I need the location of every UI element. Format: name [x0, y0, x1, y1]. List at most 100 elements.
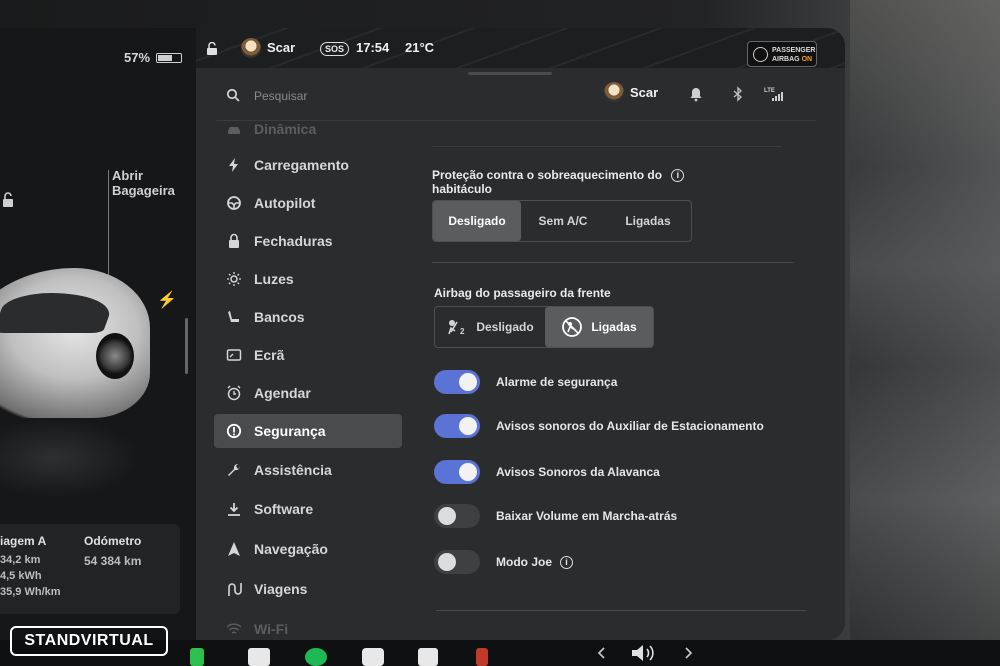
trip-efficiency: 35,9 Wh/km [0, 586, 61, 598]
park-assist-chimes-switch[interactable] [434, 414, 480, 438]
toggle-security-alarm[interactable]: Alarme de segurança [434, 370, 617, 394]
cabin-overheat-selector: Desligado Sem A/C Ligadas [432, 200, 692, 242]
cabin-overheat-on-button[interactable]: Ligadas [605, 201, 691, 241]
battery-indicator: 57% [124, 50, 183, 65]
panel-drag-handle[interactable] [468, 72, 552, 75]
status-avatar [241, 38, 261, 58]
navigation-arrow-icon [228, 542, 240, 556]
battery-percent: 57% [124, 50, 151, 65]
passenger-airbag-off-button[interactable]: 2 Desligado [435, 307, 545, 347]
cabin-overheat-title-line2: habitáculo [432, 182, 493, 197]
lock-icon [229, 233, 239, 248]
reverse-volume-switch[interactable] [434, 504, 480, 528]
sidebar-item-schedule[interactable]: Agendar [214, 376, 402, 410]
sidebar-item-wifi[interactable]: Wi-Fi [214, 612, 402, 640]
sidebar-item-safety[interactable]: Segurança [214, 414, 402, 448]
settings-topbar: Scar LTE [196, 76, 845, 120]
sos-badge[interactable]: SOS [320, 42, 350, 56]
sidebar-item-charging[interactable]: Carregamento [214, 148, 402, 182]
toggle-joe-mode[interactable]: Modo Joe i [434, 550, 573, 574]
sidebar-item-lights[interactable]: Luzes [214, 262, 402, 296]
toggle-label: Modo Joe [496, 555, 552, 569]
toggle-label: Baixar Volume em Marcha-atrás [496, 509, 678, 523]
wrench-icon [228, 463, 241, 476]
joystick-icon[interactable] [476, 648, 488, 666]
passenger-airbag-on-button[interactable]: Ligadas [545, 307, 653, 347]
sidebar-item-label: Dinâmica [254, 124, 317, 137]
spotify-icon[interactable] [305, 648, 327, 666]
avatar [604, 82, 624, 102]
wifi-icon [226, 623, 242, 634]
toggle-reverse-volume[interactable]: Baixar Volume em Marcha-atrás [434, 504, 677, 528]
toggle-park-assist-chimes[interactable]: Avisos sonoros do Auxiliar de Estacionam… [434, 414, 764, 438]
sidebar-item-locks[interactable]: Fechaduras [214, 224, 402, 258]
sidebar-item-navigation[interactable]: Navegação [214, 532, 402, 566]
info-icon[interactable]: i [671, 169, 685, 183]
cabin-overheat-no-ac-button[interactable]: Sem A/C [521, 201, 605, 241]
unlocked-icon [207, 42, 217, 55]
sidebar-item-seats[interactable]: Bancos [214, 300, 402, 334]
seat-icon [228, 311, 239, 322]
odometer-value: 54 384 km [84, 554, 142, 568]
profile-button[interactable]: Scar [604, 82, 658, 102]
security-alarm-switch[interactable] [434, 370, 480, 394]
app-launcher-icon[interactable] [248, 648, 270, 666]
search-input[interactable] [254, 86, 454, 106]
steering-wheel-icon [227, 196, 241, 210]
sidebar-item-display[interactable]: Ecrã [214, 338, 402, 372]
search-icon [226, 88, 240, 102]
open-trunk-button[interactable]: Abrir Bagageira [112, 168, 175, 198]
status-bar: Scar SOS 17:54 21°C PASSENGER AIRBAG ON [196, 28, 845, 68]
alert-circle-icon [226, 423, 242, 439]
stalk-chimes-switch[interactable] [434, 460, 480, 484]
more-apps-icon[interactable] [362, 648, 384, 666]
airbag-status-icon [753, 47, 768, 62]
passenger-airbag-status: PASSENGER AIRBAG ON [747, 41, 817, 67]
sun-icon [227, 272, 241, 286]
sidebar-item-label: Viagens [254, 581, 308, 597]
settings-panel: Scar SOS 17:54 21°C PASSENGER AIRBAG ON … [196, 28, 845, 640]
airbag-status-line1: PASSENGER [772, 47, 816, 54]
sidebar-item-label: Carregamento [254, 157, 349, 173]
svg-text:LTE: LTE [764, 88, 775, 94]
speaker-icon[interactable] [630, 643, 658, 663]
car-wheel [96, 333, 134, 379]
trip-card[interactable]: iagem A 34,2 km 4,5 kWh 35,9 Wh/km Odóme… [0, 524, 180, 614]
status-profile-name[interactable]: Scar [267, 40, 295, 55]
display-icon [226, 349, 242, 361]
cabin-overheat-off-button[interactable]: Desligado [433, 201, 521, 241]
lte-signal-icon: LTE [764, 88, 783, 101]
joe-mode-switch[interactable] [434, 550, 480, 574]
toggle-stalk-chimes[interactable]: Avisos Sonoros da Alavanca [434, 460, 660, 484]
charge-port-bolt-icon[interactable]: ⚡ [157, 290, 177, 310]
sidebar-item-label: Wi-Fi [254, 621, 289, 637]
airbag-status-line2: AIRBAG [772, 56, 800, 63]
sidebar-item-label: Segurança [254, 423, 326, 439]
sidebar-item-service[interactable]: Assistência [214, 453, 402, 487]
car-panel-scroll-indicator [185, 318, 188, 374]
sidebar-item-software[interactable]: Software [214, 492, 402, 526]
sidebar-item-label: Navegação [254, 541, 328, 557]
bluetooth-icon[interactable] [730, 86, 746, 102]
volume-down-chevron-icon[interactable] [596, 646, 606, 660]
settings-sidebar: Dinâmica Carregamento Autopilot Fechadur… [210, 124, 410, 640]
sidebar-item-label: Autopilot [254, 195, 316, 211]
sidebar-item-trips[interactable]: Viagens [214, 572, 402, 606]
bell-icon[interactable] [688, 86, 704, 102]
passenger-airbag-off-label: Desligado [476, 320, 534, 334]
info-icon[interactable]: i [560, 555, 573, 569]
sidebar-item-label: Fechaduras [254, 233, 333, 249]
volume-up-chevron-icon[interactable] [684, 646, 694, 660]
passenger-airbag-selector: 2 Desligado Ligadas [434, 306, 654, 348]
section-divider [432, 146, 782, 147]
sidebar-item-label: Ecrã [254, 347, 285, 363]
sidebar-item-dynamics[interactable]: Dinâmica [214, 124, 402, 146]
sidebar-item-label: Software [254, 501, 314, 517]
car-unlock-icon[interactable] [0, 192, 16, 208]
phone-icon[interactable] [190, 648, 204, 666]
airbag-on-icon [562, 317, 583, 337]
sidebar-item-autopilot[interactable]: Autopilot [214, 186, 402, 220]
toggle-label: Avisos Sonoros da Alavanca [496, 465, 660, 479]
calendar-icon[interactable] [418, 648, 438, 666]
touchscreen: 57% Abrir Bagageira ⚡ iagem A 34,2 km 4,… [0, 28, 845, 640]
